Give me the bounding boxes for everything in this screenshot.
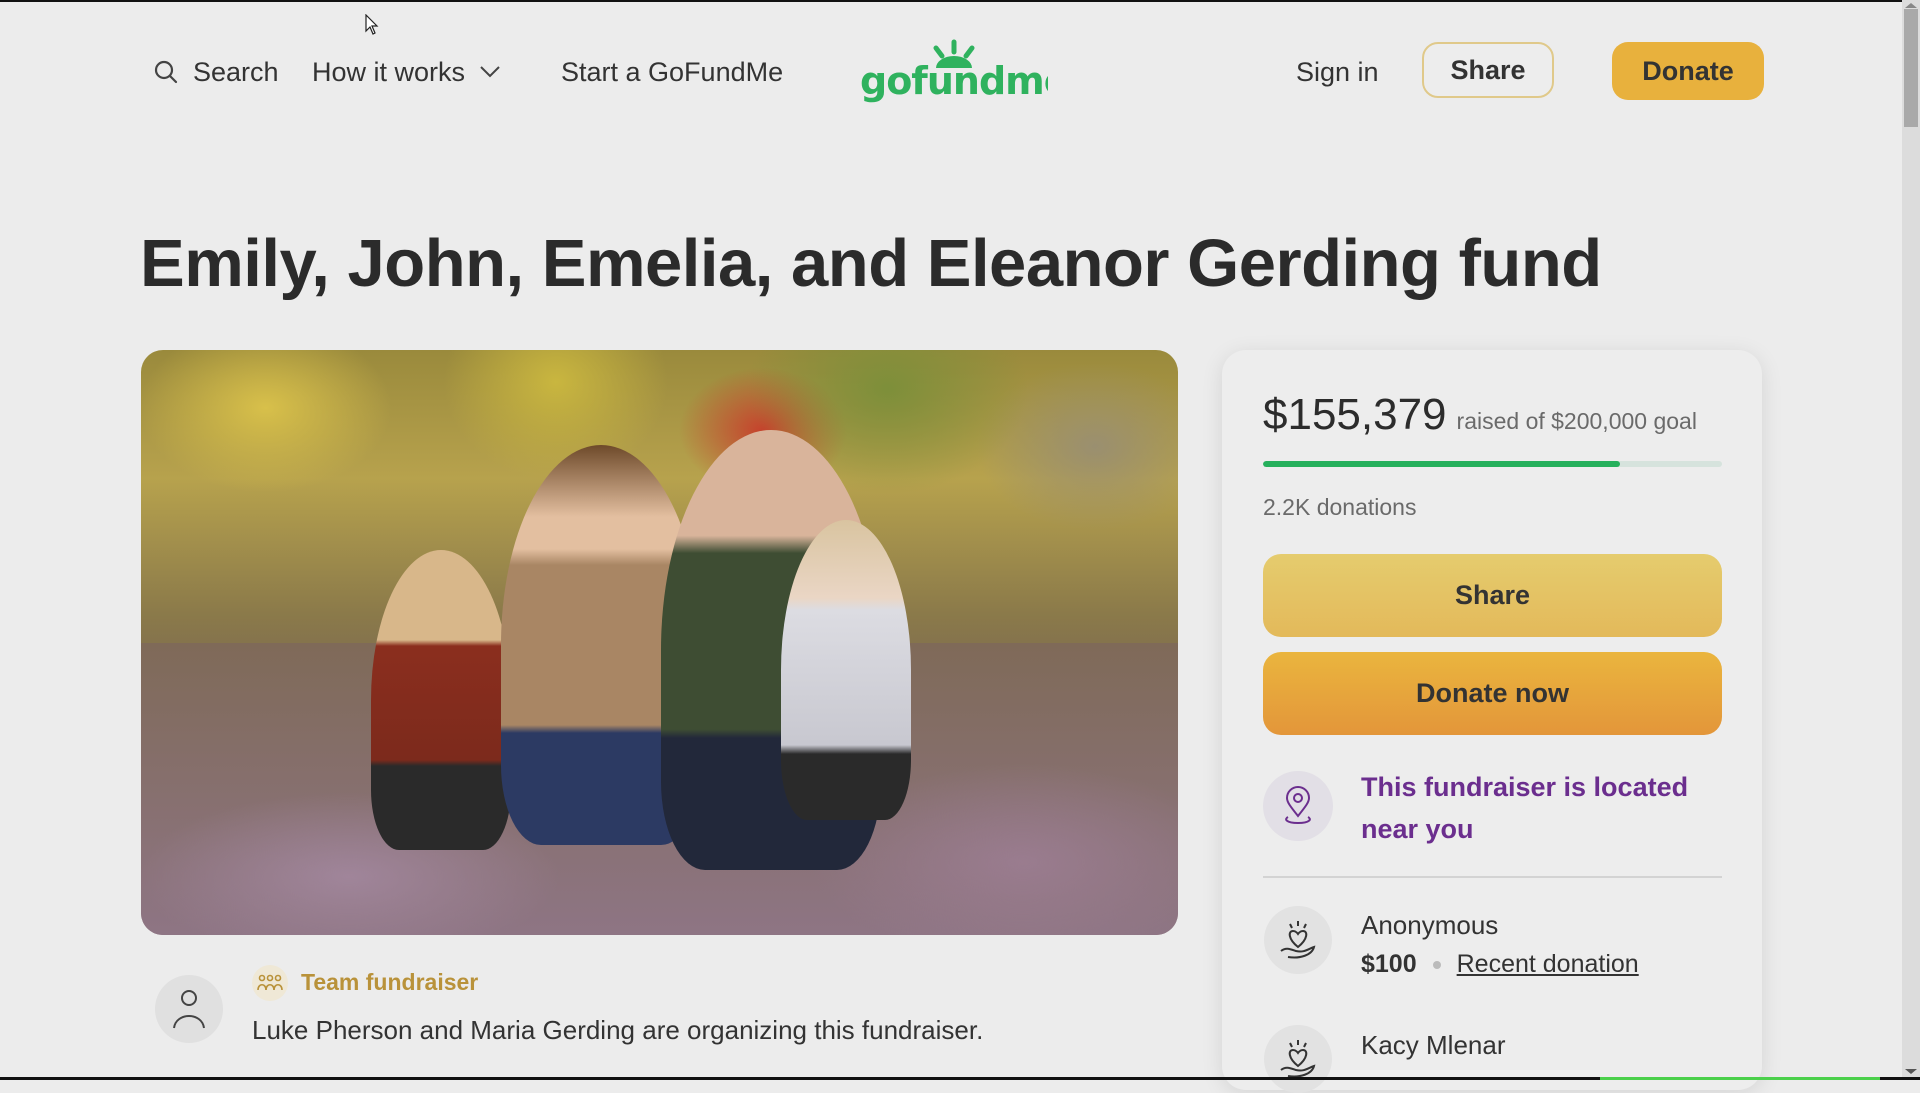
raised-summary: $155,379 raised of $200,000 goal: [1263, 390, 1697, 440]
search-label: Search: [193, 56, 279, 87]
raised-amount: $155,379: [1263, 390, 1447, 439]
logo-text: gofundme: [860, 59, 1048, 103]
share-label: Share: [1454, 580, 1531, 610]
donor-name: Anonymous: [1361, 910, 1499, 940]
team-fundraiser-label: Team fundraiser: [301, 969, 479, 995]
user-icon: [173, 990, 205, 1029]
progress-bar: [1263, 461, 1722, 467]
donor-avatar: [1264, 1025, 1332, 1093]
location-notice: This fundraiser is located near you: [1361, 772, 1689, 844]
heart-hand-icon: [1280, 921, 1316, 959]
chevron-down-icon: [480, 66, 500, 78]
heart-hand-icon: [1280, 1040, 1316, 1078]
page-scrollbar[interactable]: [1902, 0, 1920, 1080]
fundraiser-photo[interactable]: [141, 350, 1178, 935]
header-donate-button[interactable]: Donate: [1612, 42, 1764, 100]
recent-donation-link[interactable]: Recent donation: [1457, 950, 1639, 979]
scroll-up-arrow-icon[interactable]: [1905, 3, 1917, 8]
donor-name: Kacy Mlenar: [1361, 1030, 1506, 1060]
donation-count: 2.2K donations: [1263, 494, 1417, 520]
donate-now-button[interactable]: Donate now: [1263, 652, 1722, 735]
gofundme-logo[interactable]: gofundme: [858, 38, 1048, 108]
sign-in-label: Sign in: [1296, 56, 1379, 87]
separator-dot: [1432, 960, 1441, 969]
progress-fill: [1263, 461, 1620, 467]
donor-amount: $100: [1361, 950, 1417, 978]
location-badge: [1263, 771, 1333, 841]
how-it-works-label: How it works: [312, 56, 466, 87]
search-icon: [154, 60, 178, 84]
goal-text: raised of $200,000 goal: [1456, 408, 1697, 434]
mouse-cursor-icon: [365, 14, 379, 35]
header-share-label: Share: [1450, 54, 1526, 85]
location-pin-icon: [1285, 786, 1311, 825]
donate-now-label: Donate now: [1416, 678, 1569, 708]
photo-child-right: [781, 520, 911, 820]
team-badge: [252, 965, 288, 1001]
organizer-avatar[interactable]: [155, 975, 223, 1043]
team-icon: [257, 974, 283, 991]
start-gofundme-label: Start a GoFundMe: [561, 56, 784, 87]
page-title: Emily, John, Emelia, and Eleanor Gerding…: [140, 226, 1602, 301]
organizer-text: Luke Pherson and Maria Gerding are organ…: [252, 1015, 984, 1045]
start-gofundme-link[interactable]: Start a GoFundMe: [561, 50, 783, 94]
scrollbar-thumb[interactable]: [1904, 9, 1918, 127]
header-share-button[interactable]: Share: [1422, 42, 1554, 98]
sign-in-link[interactable]: Sign in: [1296, 50, 1379, 94]
donor-meta: $100 Recent donation: [1361, 950, 1639, 979]
search-button[interactable]: Search: [153, 50, 279, 94]
share-button[interactable]: Share: [1263, 554, 1722, 637]
window-top-edge: [0, 0, 1920, 2]
how-it-works-menu[interactable]: How it works: [312, 50, 501, 94]
donor-avatar: [1264, 906, 1332, 974]
photo-child-left: [371, 550, 511, 850]
scroll-down-arrow-icon[interactable]: [1905, 1069, 1917, 1074]
header-donate-label: Donate: [1642, 55, 1734, 86]
card-divider: [1263, 876, 1722, 878]
